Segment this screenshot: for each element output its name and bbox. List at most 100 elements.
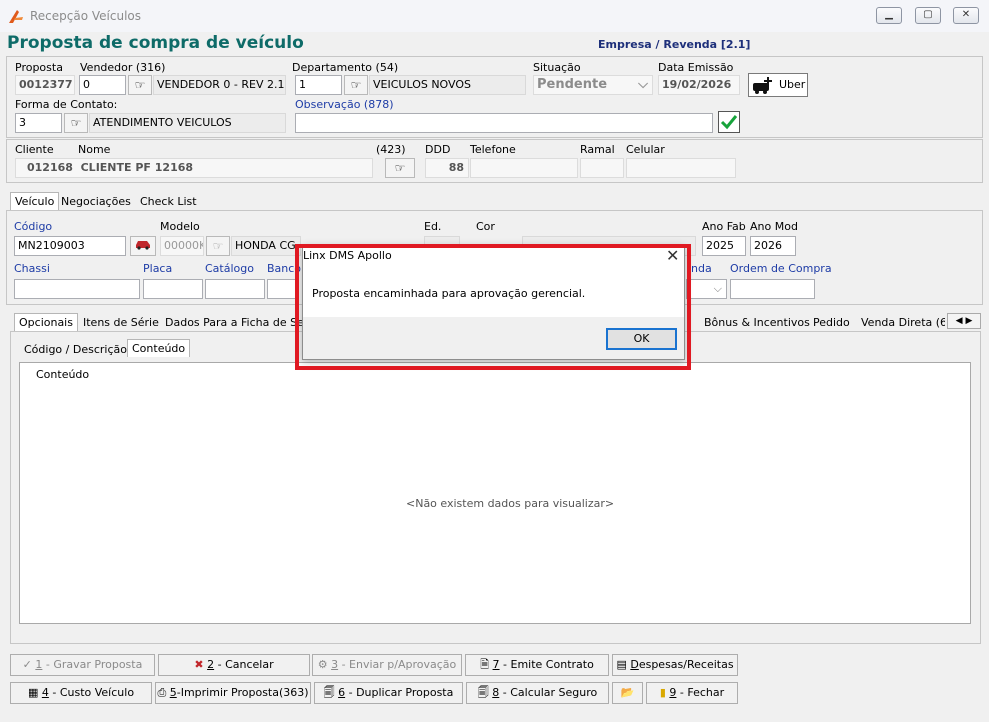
departamento-code-input[interactable]: 1	[295, 75, 342, 95]
pointing-hand-icon: ☞	[394, 161, 406, 175]
custo-veiculo-button[interactable]: ▦ 4 - Custo Veículo	[10, 682, 152, 704]
tab-conteudo[interactable]: Conteúdo	[127, 339, 191, 357]
ramal-field	[580, 158, 624, 178]
tab-codigo-descricao[interactable]: Código / Descrição	[20, 341, 131, 359]
uber-button[interactable]: Uber	[748, 73, 808, 97]
exit-door-icon: ▮	[659, 686, 666, 699]
fechar-button[interactable]: ▮ 9 - Fechar	[646, 682, 738, 704]
tab-veiculo[interactable]: Veículo	[10, 192, 60, 210]
content-grid[interactable]: Conteúdo <Não existem dados para visuali…	[19, 362, 971, 624]
cliente-ref-label: (423)	[376, 143, 406, 156]
ano-mod-input[interactable]: 2026	[750, 236, 796, 256]
close-window-button[interactable]: ✕	[953, 7, 979, 24]
cancelar-label: - Cancelar	[214, 658, 274, 671]
tab-scroll-buttons[interactable]: ◀ ▶	[947, 313, 981, 329]
cliente-label: Cliente	[15, 143, 54, 156]
situacao-value: Pendente	[537, 77, 608, 92]
emite-key: 7	[492, 658, 500, 671]
telefone-label: Telefone	[470, 143, 516, 156]
tab-pedido[interactable]: Pedido	[809, 314, 854, 332]
chevron-down-icon: ⌵	[713, 282, 722, 295]
vehicle-search-button[interactable]	[130, 236, 156, 256]
situacao-label: Situação	[533, 61, 581, 74]
duplicar-proposta-button[interactable]: 🗐 6 - Duplicar Proposta	[314, 682, 463, 704]
x-icon: ✖	[194, 658, 204, 671]
empresa-revenda-label: Empresa / Revenda [2.1]	[598, 38, 751, 51]
departamento-search-button[interactable]: ☞	[344, 75, 368, 95]
forma-contato-code-input[interactable]: 3	[15, 113, 62, 133]
ddd-label: DDD	[425, 143, 451, 156]
window-titlebar: Recepção Veículos ▁ ▢ ✕	[0, 0, 989, 33]
placa-input[interactable]	[143, 279, 203, 299]
cliente-nome: CLIENTE PF 12168	[80, 161, 194, 174]
printer-icon: ⎙	[157, 686, 167, 699]
cliente-code: 012168	[27, 161, 73, 174]
forma-contato-label: Forma de Contato:	[15, 98, 118, 111]
tab-dados-ficha[interactable]: Dados Para a Ficha de Se	[161, 314, 308, 332]
checkmark-icon: ✓	[22, 658, 32, 671]
departamento-name-field: VEICULOS NOVOS	[369, 75, 526, 95]
folder-open-icon: 📂	[620, 686, 635, 699]
vendedor-search-button[interactable]: ☞	[128, 75, 152, 95]
cliente-search-button[interactable]: ☞	[385, 158, 415, 178]
enviar-label: - Enviar p/Aprovação	[338, 658, 457, 671]
car-plus-icon	[753, 77, 772, 94]
vendedor-code-input[interactable]: 0	[79, 75, 126, 95]
tab-itens-serie[interactable]: Itens de Série	[79, 314, 163, 332]
modelo-code-field: 00000K	[160, 236, 204, 256]
highlight-box	[295, 244, 691, 370]
enviar-aprovacao-button[interactable]: ⚙ 3 - Enviar p/Aprovação	[312, 654, 462, 676]
catalogo-label: Catálogo	[205, 262, 254, 275]
chassi-input[interactable]	[14, 279, 140, 299]
cancelar-button[interactable]: ✖ 2 - Cancelar	[158, 654, 310, 676]
confirm-button[interactable]	[718, 111, 740, 133]
venda-label: nda	[691, 262, 712, 275]
pointing-hand-icon: ☞	[70, 116, 82, 130]
tab-check-list[interactable]: Check List	[136, 193, 201, 211]
celular-field	[626, 158, 736, 178]
ano-fab-input[interactable]: 2025	[702, 236, 746, 256]
venda-select[interactable]: ⌵	[686, 279, 727, 299]
proposta-label: Proposta	[15, 61, 63, 74]
minimize-button[interactable]: ▁	[876, 7, 902, 24]
forma-contato-search-button[interactable]: ☞	[64, 113, 88, 133]
proposta-field: 0012377	[15, 75, 75, 95]
banco-input[interactable]	[267, 279, 297, 299]
document-icon: 🗐	[477, 686, 489, 699]
ano-mod-label: Ano Mod	[750, 220, 798, 233]
codigo-label: Código	[14, 220, 53, 233]
codigo-input[interactable]: MN2109003	[14, 236, 126, 256]
gravar-proposta-button[interactable]: ✓ 1 - Gravar Proposta	[10, 654, 155, 676]
pointing-hand-icon: ☞	[350, 78, 362, 92]
observacao-input[interactable]	[295, 113, 713, 133]
form-header: Proposta de compra de veículo Empresa / …	[0, 32, 989, 56]
duplicar-label: - Duplicar Proposta	[345, 686, 454, 699]
nome-label: Nome	[78, 143, 111, 156]
emite-contrato-button[interactable]: 🗎 7 - Emite Contrato	[465, 654, 609, 676]
catalogo-input[interactable]	[205, 279, 265, 299]
modelo-search-button[interactable]: ☞	[206, 236, 230, 256]
modelo-name-field: HONDA CG	[231, 236, 301, 256]
maximize-button[interactable]: ▢	[915, 7, 941, 24]
custo-label: - Custo Veículo	[48, 686, 135, 699]
despesas-receitas-button[interactable]: ▤ Despesas/Receitas	[612, 654, 738, 676]
calculator-icon: ▦	[27, 686, 39, 699]
open-folder-button[interactable]: 📂	[612, 682, 643, 704]
ed-label: Ed.	[424, 220, 442, 233]
telefone-field	[470, 158, 578, 178]
calcular-seguro-button[interactable]: 🗐 8 - Calcular Seguro	[466, 682, 609, 704]
tab-bonus-incentivos[interactable]: Bônus & Incentivos	[700, 314, 814, 332]
imprimir-proposta-button[interactable]: ⎙ 5-Imprimir Proposta(363)	[155, 682, 311, 704]
tab-venda-direta[interactable]: Venda Direta (6(	[857, 314, 945, 332]
ano-fab-label: Ano Fab	[702, 220, 746, 233]
modelo-label: Modelo	[160, 220, 200, 233]
situacao-select[interactable]: Pendente ⌵	[533, 75, 653, 95]
despesas-key: D	[630, 658, 639, 671]
pointing-hand-icon: ☞	[212, 239, 224, 253]
tab-negociacoes[interactable]: Negociações	[57, 193, 135, 211]
forma-contato-name-field: ATENDIMENTO VEICULOS	[89, 113, 286, 133]
tab-opcionais[interactable]: Opcionais	[14, 313, 78, 331]
send-icon: ⚙	[317, 658, 328, 671]
ramal-label: Ramal	[580, 143, 615, 156]
ordem-compra-input[interactable]	[730, 279, 815, 299]
